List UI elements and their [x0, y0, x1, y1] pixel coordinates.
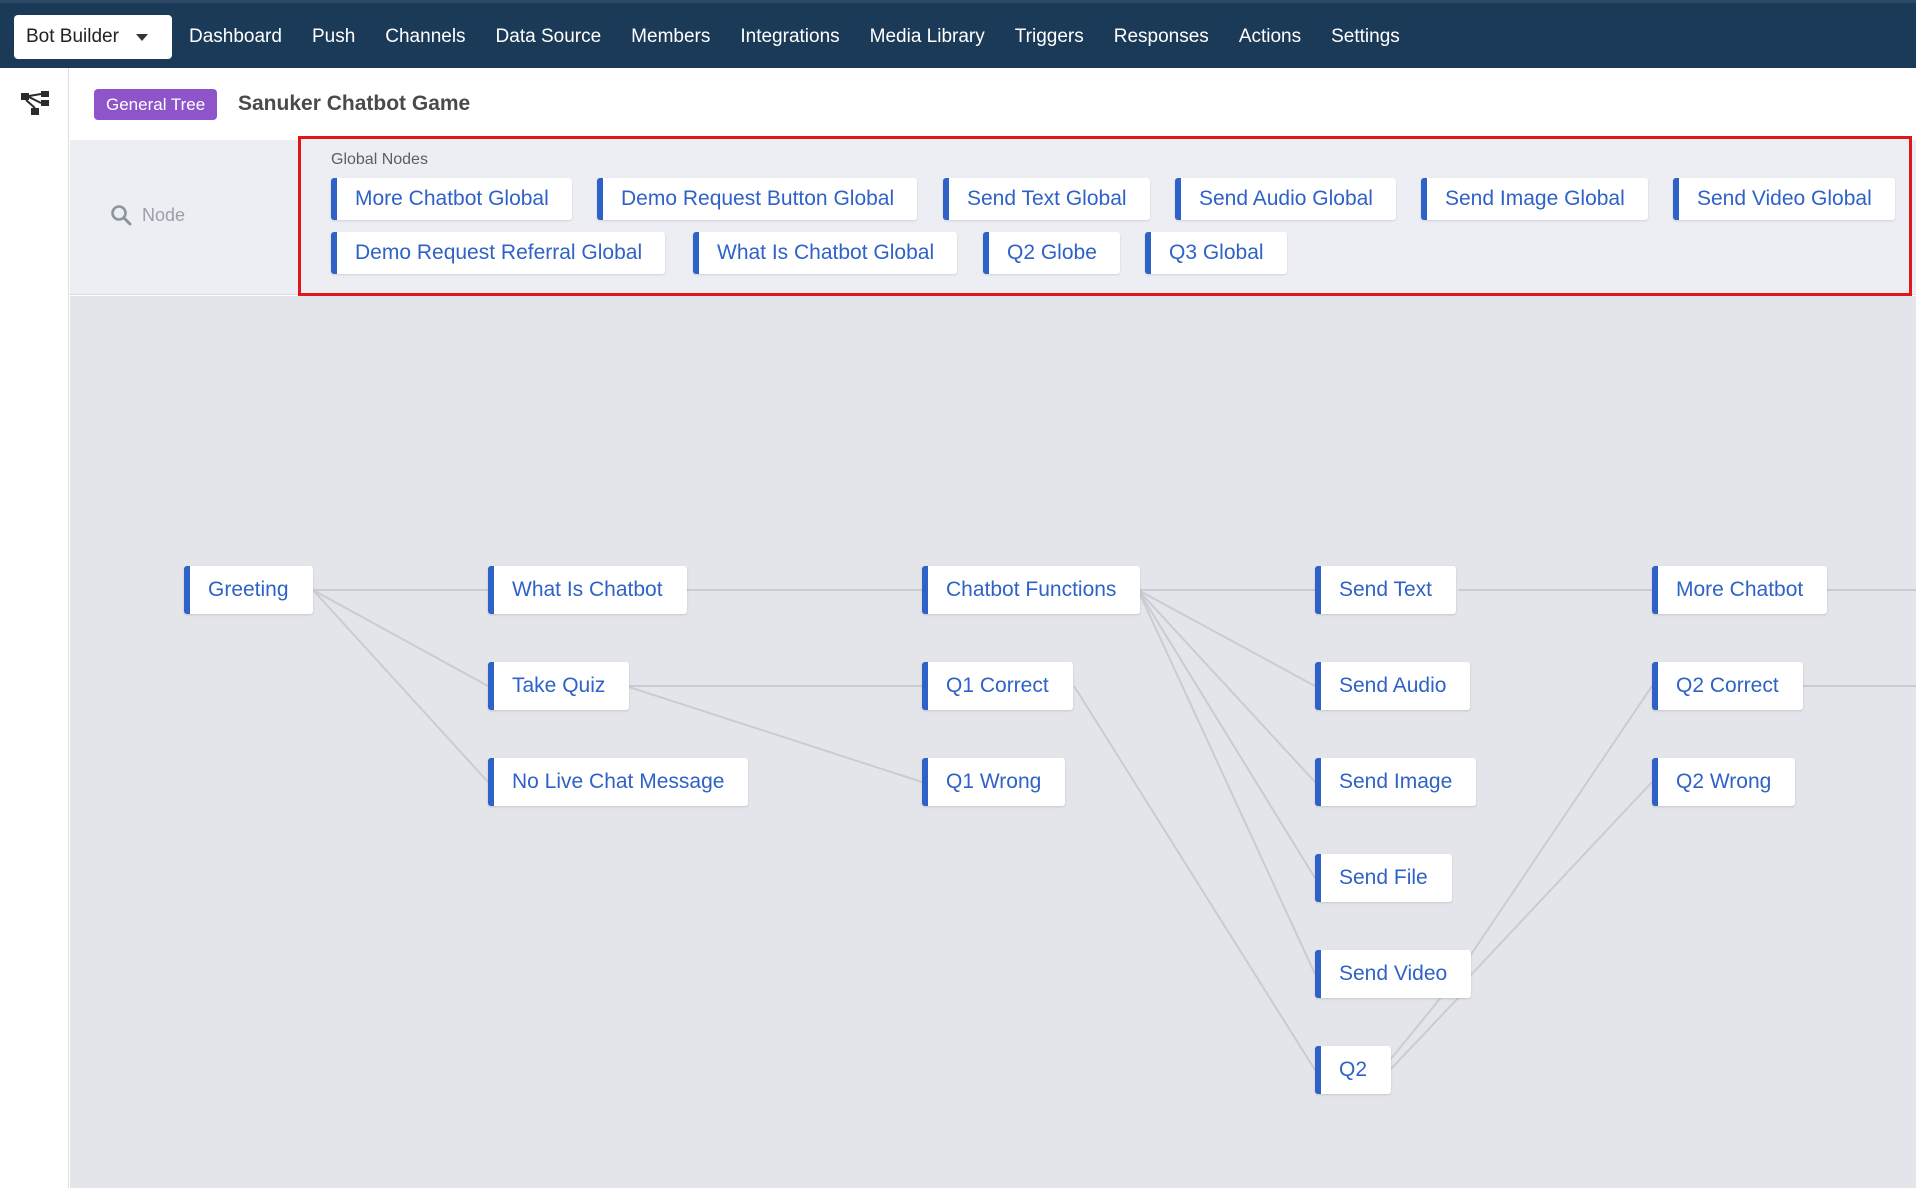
global-node-demo-request-referral[interactable]: Demo Request Referral Global — [331, 232, 666, 274]
nav-channels[interactable]: Channels — [370, 26, 480, 48]
edge — [312, 589, 489, 783]
node-send-video[interactable]: Send Video — [1315, 950, 1472, 998]
node-send-image[interactable]: Send Image — [1315, 758, 1477, 806]
nav-data-source[interactable]: Data Source — [481, 26, 617, 48]
node-send-file[interactable]: Send File — [1315, 854, 1452, 902]
edge — [1137, 589, 1316, 783]
tree-type-badge[interactable]: General Tree — [94, 89, 218, 120]
node-q2-correct[interactable]: Q2 Correct — [1652, 662, 1803, 710]
node-no-live-chat-message[interactable]: No Live Chat Message — [488, 758, 749, 806]
tree-structure-icon[interactable] — [20, 90, 50, 116]
nav-media-library[interactable]: Media Library — [855, 26, 1000, 48]
nav-settings[interactable]: Settings — [1316, 26, 1415, 48]
node-q1-correct[interactable]: Q1 Correct — [922, 662, 1073, 710]
node-q1-wrong[interactable]: Q1 Wrong — [922, 758, 1066, 806]
node-q2-wrong[interactable]: Q2 Wrong — [1652, 758, 1796, 806]
node-more-chatbot[interactable]: More Chatbot — [1652, 566, 1828, 614]
nav-actions[interactable]: Actions — [1224, 26, 1316, 48]
edge — [1389, 995, 1461, 1071]
node-what-is-chatbot[interactable]: What Is Chatbot — [488, 566, 687, 614]
global-node-send-video[interactable]: Send Video Global — [1673, 178, 1895, 220]
node-send-audio[interactable]: Send Audio — [1315, 662, 1471, 710]
nav-push[interactable]: Push — [297, 26, 370, 48]
tree-header: General Tree Sanuker Chatbot Game — [70, 68, 1916, 140]
node-send-text[interactable]: Send Text — [1315, 566, 1457, 614]
edge — [1469, 685, 1653, 957]
global-nodes-label: Global Nodes — [331, 151, 428, 168]
global-nodes-panel: Global Nodes More Chatbot Global Demo Re… — [298, 136, 1912, 296]
global-node-send-audio[interactable]: Send Audio Global — [1175, 178, 1396, 220]
nav-menu: Dashboard Push Channels Data Source Memb… — [174, 3, 1415, 71]
app-selector-label: Bot Builder — [26, 26, 119, 47]
search-icon — [111, 205, 132, 226]
global-node-what-is-chatbot[interactable]: What Is Chatbot Global — [693, 232, 958, 274]
nav-responses[interactable]: Responses — [1099, 26, 1224, 48]
tree-edges — [312, 589, 1916, 1071]
nav-integrations[interactable]: Integrations — [725, 26, 854, 48]
edge — [1469, 781, 1653, 977]
node-chatbot-functions[interactable]: Chatbot Functions — [922, 566, 1141, 614]
global-node-q2-globe[interactable]: Q2 Globe — [983, 232, 1120, 274]
top-nav: Bot Builder Dashboard Push Channels Data… — [0, 0, 1916, 68]
left-rail — [0, 68, 69, 1188]
node-greeting[interactable]: Greeting — [184, 566, 313, 614]
edge — [1137, 589, 1316, 687]
edge — [1137, 589, 1316, 975]
global-node-more-chatbot[interactable]: More Chatbot Global — [331, 178, 572, 220]
nav-dashboard[interactable]: Dashboard — [174, 26, 297, 48]
node-search[interactable]: Node — [110, 200, 185, 230]
nav-triggers[interactable]: Triggers — [1000, 26, 1099, 48]
global-node-send-image[interactable]: Send Image Global — [1421, 178, 1648, 220]
node-take-quiz[interactable]: Take Quiz — [488, 662, 630, 710]
edge — [312, 589, 489, 687]
caret-down-icon — [136, 34, 148, 41]
app-selector[interactable]: Bot Builder — [14, 15, 172, 59]
edge — [1137, 589, 1316, 879]
global-node-demo-request-button[interactable]: Demo Request Button Global — [597, 178, 918, 220]
search-placeholder: Node — [142, 204, 186, 225]
tree-canvas[interactable]: Greeting What Is Chatbot Take Quiz No Li… — [70, 296, 1916, 1188]
nav-members[interactable]: Members — [616, 26, 725, 48]
page-title: Sanuker Chatbot Game — [238, 92, 471, 115]
node-q2[interactable]: Q2 — [1315, 1046, 1392, 1094]
global-node-q3[interactable]: Q3 Global — [1145, 232, 1287, 274]
global-node-send-text[interactable]: Send Text Global — [943, 178, 1150, 220]
